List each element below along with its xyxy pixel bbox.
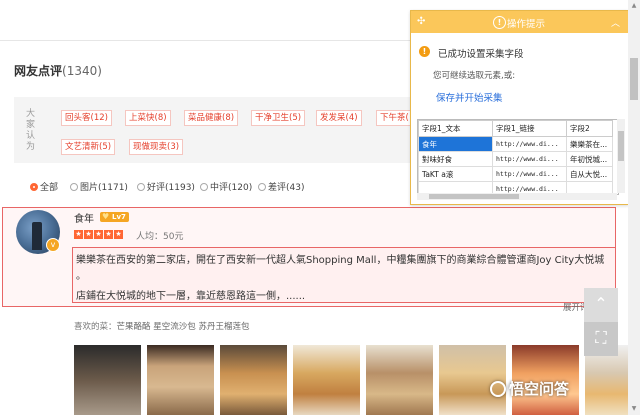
- scrollbar-thumb[interactable]: [630, 58, 638, 100]
- collector-panel: ✣ ! 操作提示 ︿ ! 已成功设置采集字段 您可继续选取元素,或: 保存并开始…: [410, 10, 629, 205]
- table-row[interactable]: 食年 http://www.di... 樂樂茶在...: [418, 136, 613, 152]
- wukong-logo-icon: [490, 381, 506, 397]
- radio-icon: [30, 183, 38, 191]
- review-photo[interactable]: [74, 345, 141, 415]
- scroll-down-icon[interactable]: ▼: [630, 405, 638, 412]
- dish-link[interactable]: 苏丹王榴莲包: [198, 322, 249, 332]
- avg-price: 人均：50元: [136, 232, 184, 242]
- tag-side-label: 大家 认为: [26, 109, 36, 152]
- expand-icon: ⛶: [595, 328, 607, 347]
- level-badge: Lv7: [100, 212, 129, 222]
- review-photo[interactable]: [147, 345, 214, 415]
- dish-link[interactable]: 星空流沙包: [153, 322, 196, 332]
- review-text: 。: [76, 271, 86, 282]
- star-icon: ★: [84, 230, 93, 239]
- table-hscrollbar[interactable]: [417, 193, 617, 200]
- star-icon: ★: [104, 230, 113, 239]
- scroll-up-icon[interactable]: ▲: [630, 2, 638, 9]
- tag-item[interactable]: 上菜快(8): [125, 110, 171, 126]
- table-header: 字段1_文本 字段1_链接 字段2: [418, 120, 613, 137]
- hint-text: 您可继续选取元素,或:: [433, 71, 516, 81]
- success-message: 已成功设置采集字段: [438, 49, 524, 60]
- save-and-start-link[interactable]: 保存并开始采集: [436, 90, 503, 104]
- watermark: 悟空问答: [490, 378, 569, 399]
- drag-handle-icon[interactable]: ✣: [417, 16, 425, 27]
- username[interactable]: 食年: [74, 210, 94, 225]
- column-header[interactable]: 字段1_链接: [492, 120, 567, 137]
- filter-photo[interactable]: 图片(1171): [70, 180, 128, 193]
- radio-icon: [200, 183, 208, 191]
- liked-dishes: 喜欢的菜：芒果酪酪 星空流沙包 苏丹王榴莲包: [74, 322, 250, 332]
- column-header[interactable]: 字段1_文本: [418, 120, 493, 137]
- tag-item[interactable]: 干净卫生(5): [251, 110, 306, 126]
- info-icon: !: [493, 16, 506, 29]
- filter-good[interactable]: 好评(1193): [137, 180, 195, 193]
- star-icon: ★: [74, 230, 83, 239]
- fullscreen-button[interactable]: ⛶: [584, 322, 618, 356]
- review-text: 店鋪在大悦城的地下一層，靠近慈恩路這一側，......: [76, 291, 306, 302]
- filter-all[interactable]: 全部: [30, 180, 58, 193]
- tag-item[interactable]: 下午茶(: [376, 110, 413, 126]
- panel-header[interactable]: ✣ ! 操作提示 ︿: [411, 11, 628, 33]
- reviews-count: (1340): [62, 64, 102, 78]
- rating-stars: ★ ★ ★ ★ ★: [74, 229, 124, 239]
- dish-link[interactable]: 芒果酪酪: [117, 322, 151, 332]
- review-photo[interactable]: [366, 345, 433, 415]
- panel-title: 操作提示: [507, 19, 546, 30]
- radio-icon: [137, 183, 145, 191]
- star-icon: ★: [114, 230, 123, 239]
- verified-icon: v: [46, 238, 60, 252]
- tag-item[interactable]: 回头客(12): [61, 110, 112, 126]
- back-to-top-button[interactable]: ⌃: [584, 288, 618, 322]
- preview-table: 字段1_文本 字段1_链接 字段2 食年 http://www.di... 樂樂…: [417, 119, 619, 195]
- star-icon: ★: [94, 230, 103, 239]
- tag-item[interactable]: 发发呆(4): [316, 110, 362, 126]
- filter-bad[interactable]: 差评(43): [258, 180, 304, 193]
- arrow-up-icon: ⌃: [594, 294, 608, 313]
- alert-icon: !: [419, 46, 430, 57]
- table-vscrollbar[interactable]: [617, 119, 625, 193]
- table-row[interactable]: TaKT a滚 http://www.di... 自从大悦...: [418, 166, 613, 182]
- collapse-icon[interactable]: ︿: [611, 16, 620, 29]
- table-row[interactable]: 對味好食 http://www.di... 年初悦城...: [418, 151, 613, 167]
- review-text: 樂樂茶在西安的第二家店，開在了西安新一代超人氣Shopping Mall，中糧集…: [76, 255, 605, 266]
- filter-medium[interactable]: 中评(120): [200, 180, 252, 193]
- review-photo[interactable]: [293, 345, 360, 415]
- radio-icon: [258, 183, 266, 191]
- page-scrollbar[interactable]: ▲ ▼: [628, 0, 640, 415]
- column-header[interactable]: 字段2: [566, 120, 613, 137]
- tag-item[interactable]: 文艺清新(5): [61, 139, 116, 155]
- radio-icon: [70, 183, 78, 191]
- tag-item[interactable]: 菜品健康(8): [184, 110, 239, 126]
- reviews-heading: 网友点评(1340): [14, 64, 102, 78]
- tag-item[interactable]: 现做现卖(3): [129, 139, 184, 155]
- review-photo[interactable]: [220, 345, 287, 415]
